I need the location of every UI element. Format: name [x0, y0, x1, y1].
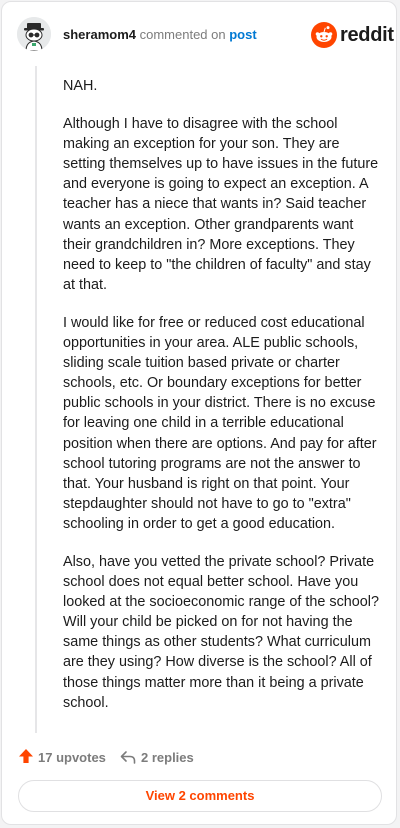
comment-paragraph: I would like for free or reduced cost ed…: [63, 314, 377, 532]
commented-on-label: commented on: [139, 27, 226, 42]
upvote-count: 17 upvotes: [38, 750, 106, 765]
comment-card: sheramom4 commented on post reddit NAH. …: [1, 1, 397, 825]
comment-header: sheramom4 commented on post reddit: [2, 2, 398, 66]
comment-paragraph: Although I have to disagree with the sch…: [63, 116, 379, 293]
reddit-logo-text: reddit: [340, 24, 394, 46]
snoo-avatar-icon: [17, 17, 51, 51]
reddit-logo-icon: [311, 22, 337, 48]
username-link[interactable]: sheramom4: [63, 27, 136, 42]
comment-paragraph: Also, have you vetted the private school…: [63, 553, 379, 711]
post-link[interactable]: post: [229, 27, 256, 42]
comment-meta: sheramom4 commented on post: [63, 27, 257, 43]
view-comments-button[interactable]: View 2 comments: [18, 780, 382, 812]
thread-line[interactable]: [35, 66, 37, 733]
avatar[interactable]: [17, 17, 51, 51]
comment-body: NAH. Although I have to disagree with th…: [63, 76, 381, 731]
comment-paragraph: NAH.: [63, 78, 98, 94]
reply-count-link[interactable]: 2 replies: [141, 750, 194, 765]
reply-arrow-icon[interactable]: [120, 749, 136, 765]
upvote-arrow-icon[interactable]: [18, 748, 34, 764]
